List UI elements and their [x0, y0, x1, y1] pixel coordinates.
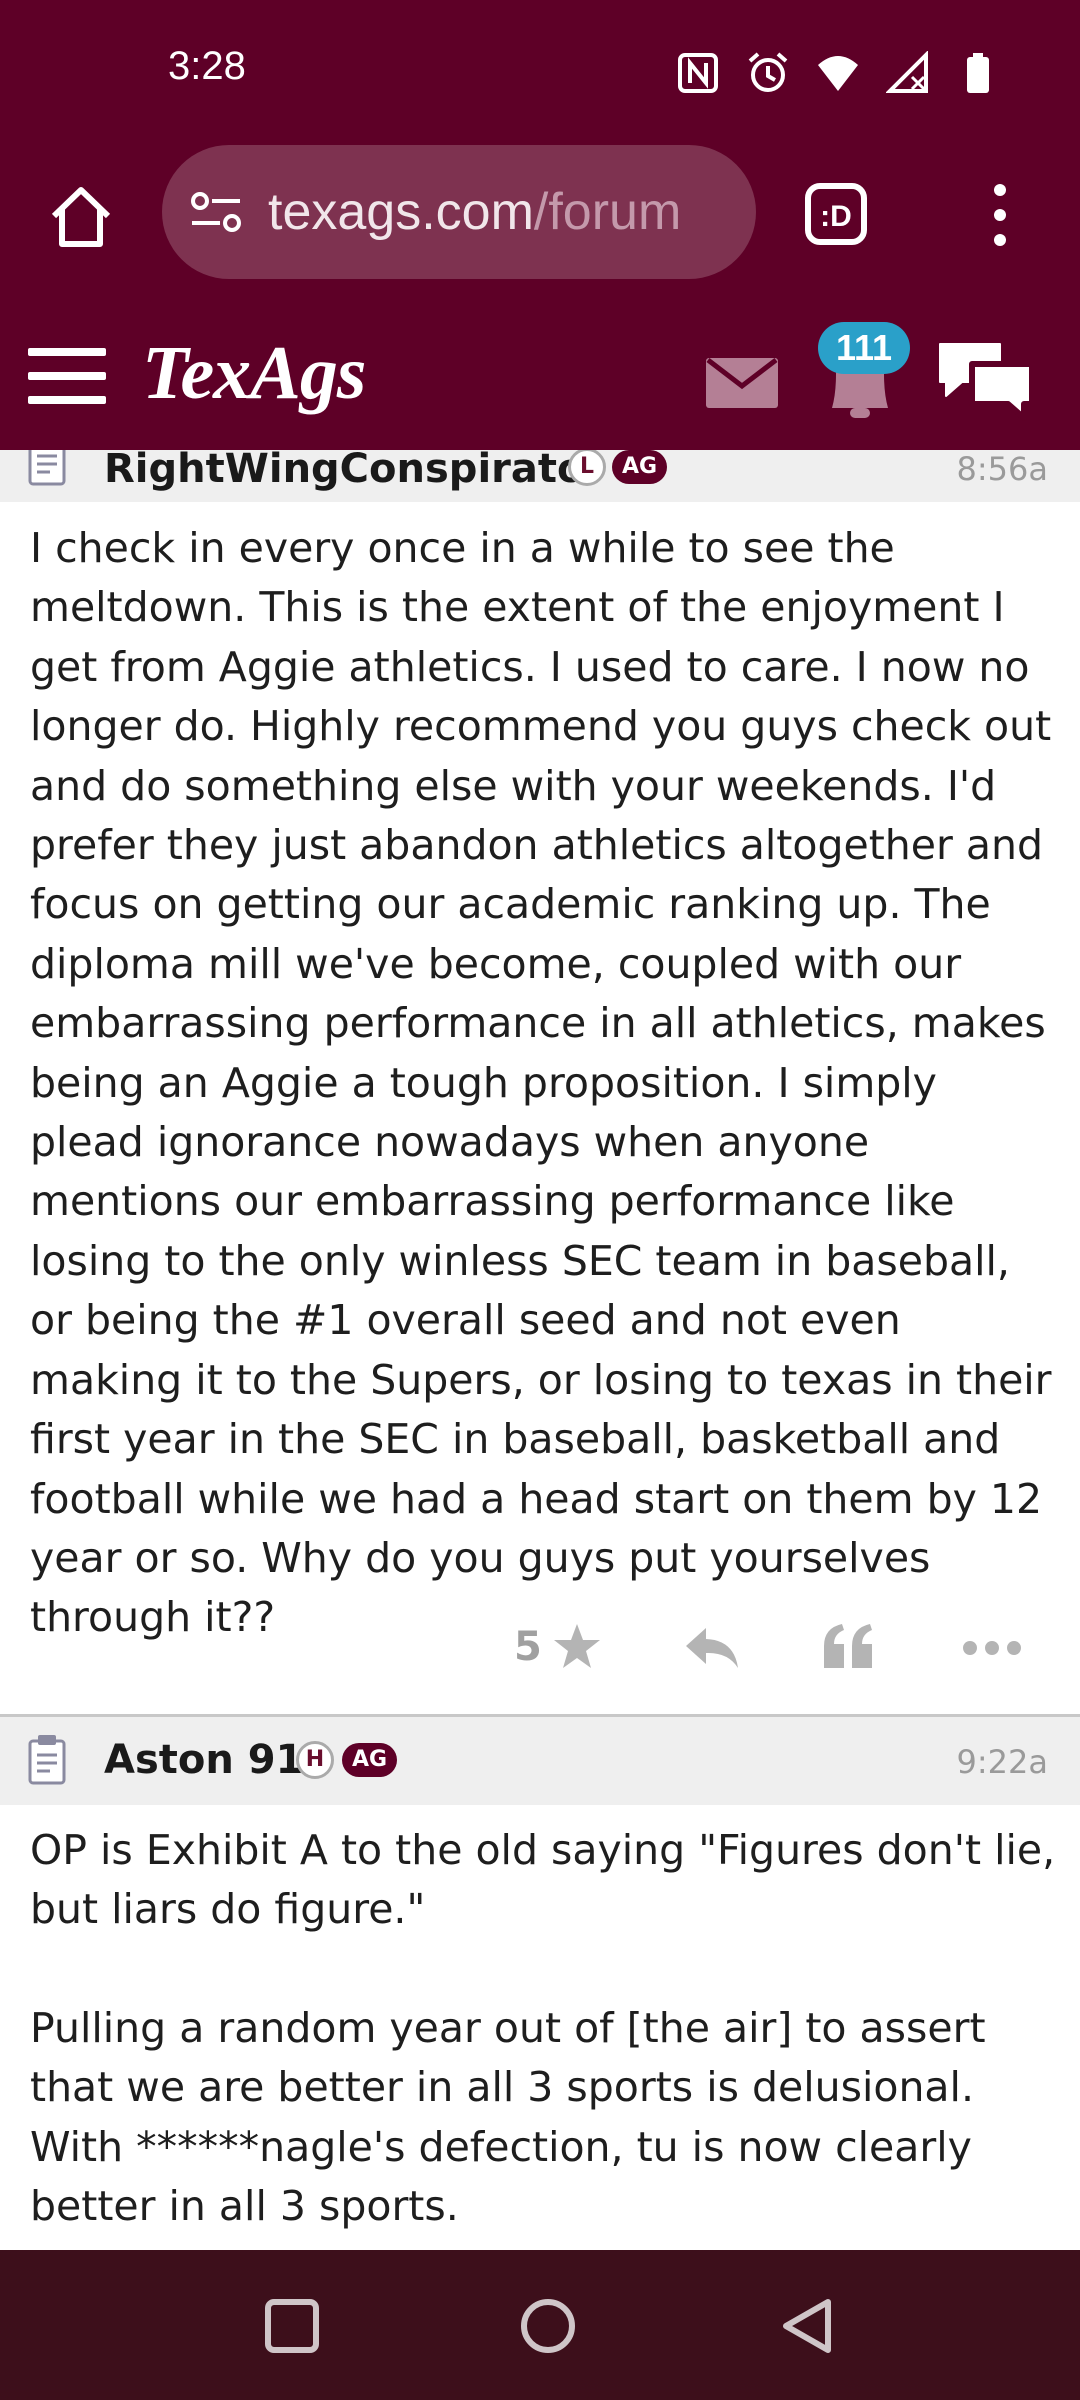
home-icon[interactable] — [46, 182, 116, 252]
signal-icon — [886, 51, 928, 93]
browser-toolbar: texags.com/forum :D — [0, 142, 1080, 280]
post-document-icon — [28, 1735, 66, 1785]
hamburger-menu-icon[interactable] — [28, 348, 106, 404]
star-count: 5 — [514, 1624, 542, 1670]
mail-icon[interactable] — [706, 358, 778, 408]
post-header: Aston 91 H AG 9:22a — [0, 1717, 1080, 1805]
nfc-icon — [678, 53, 718, 93]
site-settings-icon[interactable] — [188, 184, 244, 240]
user-rank-badge: H — [296, 1741, 334, 1779]
chat-icon[interactable] — [936, 338, 1036, 422]
home-circle-icon[interactable] — [518, 2296, 578, 2356]
tab-switcher-label: :D — [820, 200, 852, 233]
post-paragraph: Pulling a random year out of [the air] t… — [30, 2003, 986, 2231]
url-domain: texags.com — [268, 183, 534, 241]
status-icons — [676, 48, 1000, 98]
star-icon[interactable] — [552, 1622, 602, 1672]
post-time: 8:56a — [956, 450, 1048, 488]
post-username[interactable]: RightWingConspirator — [104, 450, 604, 492]
post-username[interactable]: Aston 91 — [104, 1737, 303, 1783]
more-options-icon[interactable] — [962, 1638, 1022, 1658]
ag-badge: AG — [342, 1743, 398, 1777]
battery-icon — [967, 53, 989, 93]
post-document-icon — [28, 450, 66, 486]
reply-icon[interactable] — [684, 1626, 740, 1670]
post-time: 9:22a — [956, 1743, 1048, 1781]
site-header: TexAgs — [0, 280, 1080, 450]
notifications-count-badge[interactable]: 111 — [818, 322, 910, 374]
back-icon[interactable] — [778, 2296, 838, 2356]
wifi-icon — [818, 56, 858, 91]
site-logo[interactable]: TexAgs — [142, 330, 366, 417]
browser-menu-icon[interactable] — [980, 180, 1020, 250]
quote-icon[interactable] — [822, 1622, 874, 1670]
system-navigation-bar — [0, 2250, 1080, 2400]
url-text[interactable]: texags.com/forum — [268, 182, 681, 242]
ag-badge: AG — [612, 450, 668, 484]
tab-switcher-icon[interactable]: :D — [804, 182, 868, 246]
url-path: /forum — [533, 183, 682, 241]
post-body: OP is Exhibit A to the old saying "Figur… — [30, 1821, 1060, 2236]
post-actions: 5 — [0, 1612, 1080, 1692]
post-paragraph: OP is Exhibit A to the old saying "Figur… — [30, 1826, 1056, 1934]
post-paragraph: I check in every once in a while to see … — [30, 524, 1052, 1642]
post-header: RightWingConspirator L AG 8:56a — [0, 450, 1080, 502]
status-time: 3:28 — [168, 44, 246, 88]
address-bar[interactable]: texags.com/forum — [162, 145, 756, 279]
post-body: I check in every once in a while to see … — [30, 519, 1060, 1648]
recent-apps-icon[interactable] — [262, 2296, 322, 2356]
status-bar: 3:28 — [0, 0, 1080, 142]
alarm-icon — [748, 52, 788, 92]
